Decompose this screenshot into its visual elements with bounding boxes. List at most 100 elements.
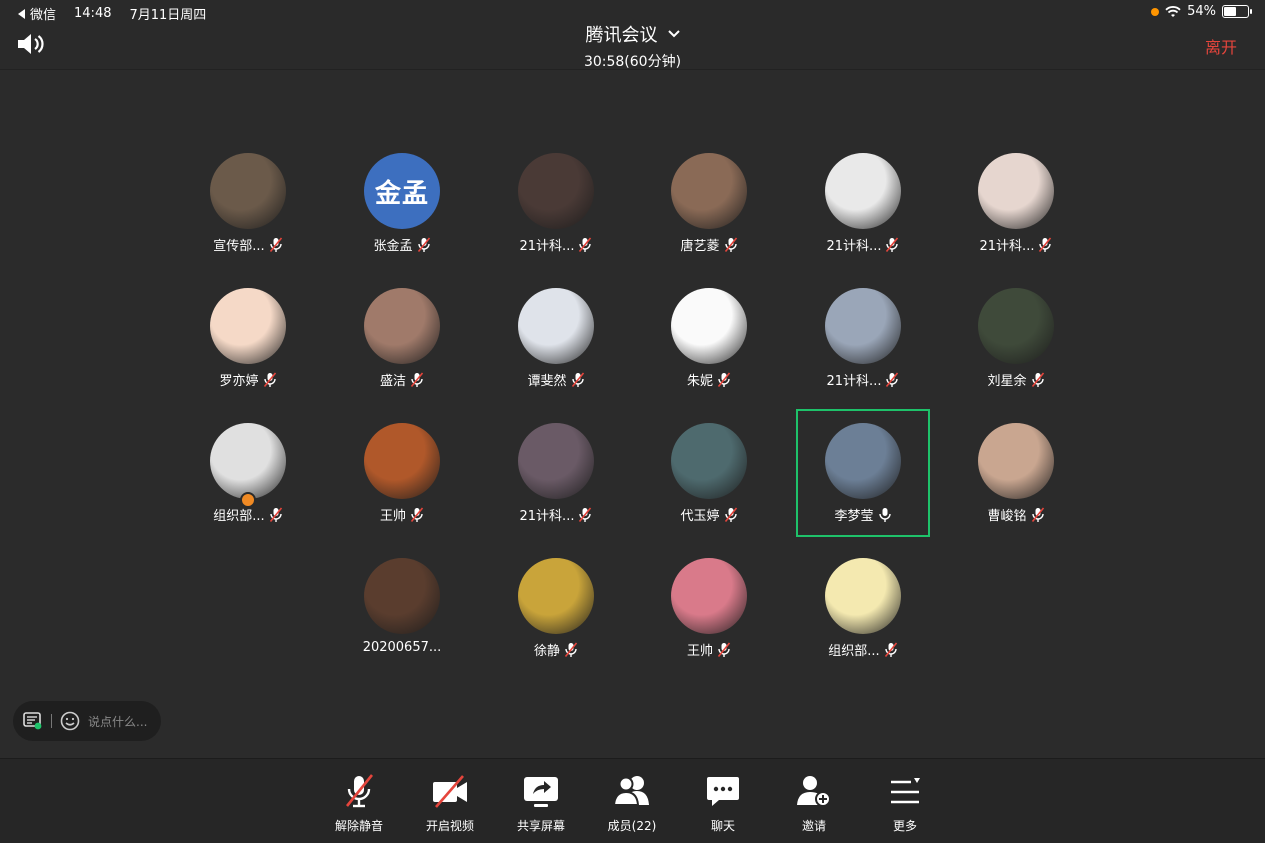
- participant-tile[interactable]: 曹峻铭: [951, 411, 1081, 535]
- participant-tile[interactable]: 谭斐然: [491, 276, 621, 400]
- avatar-text: 金孟: [374, 178, 429, 209]
- participant-label: 张金孟: [337, 235, 467, 254]
- avatar: [825, 288, 901, 364]
- more-button[interactable]: 更多: [865, 773, 945, 834]
- avatar: [671, 558, 747, 634]
- participant-tile[interactable]: 21计科...: [491, 141, 621, 265]
- back-triangle-icon: [18, 8, 25, 19]
- members-button[interactable]: 成员(22): [592, 773, 672, 834]
- participant-tile[interactable]: 朱妮: [644, 276, 774, 400]
- avatar: [518, 423, 594, 499]
- participant-name: 组织部...: [213, 509, 265, 524]
- participant-name: 20200657...: [362, 640, 442, 655]
- participant-tile[interactable]: 宣传部...: [183, 141, 313, 265]
- avatar: [671, 288, 747, 364]
- leave-button[interactable]: 离开: [1205, 34, 1237, 58]
- participant-tile[interactable]: 刘星余: [951, 276, 1081, 400]
- mic-muted-icon: [884, 641, 898, 658]
- mic-muted-icon: [263, 371, 277, 388]
- participant-name: 盛洁: [379, 374, 406, 389]
- members-icon: [612, 776, 649, 806]
- avatar: [825, 558, 901, 634]
- video-off-icon: [433, 775, 467, 808]
- caption-icon[interactable]: [23, 712, 43, 730]
- participant-tile[interactable]: 罗亦婷: [183, 276, 313, 400]
- participant-name: 朱妮: [686, 374, 713, 389]
- battery-icon: [1222, 5, 1252, 18]
- avatar: [210, 423, 286, 499]
- participant-grid: 宣传部... 金孟 张金孟 21计科... 唐艺菱 21计科... 21计科... 罗亦婷 盛洁…: [0, 70, 1265, 758]
- share-screen-label: 共享屏幕: [516, 819, 565, 833]
- mic-muted-icon: [885, 236, 899, 253]
- invite-button[interactable]: 邀请: [774, 773, 854, 834]
- start-video-button[interactable]: 开启视频: [410, 773, 490, 834]
- recording-dot-icon: [1151, 7, 1160, 16]
- start-video-label: 开启视频: [425, 819, 474, 833]
- participant-tile[interactable]: 21计科...: [951, 141, 1081, 265]
- participant-tile[interactable]: 21计科...: [798, 141, 928, 265]
- participant-tile[interactable]: 王帅: [644, 546, 774, 670]
- participant-label: 组织部...: [183, 505, 313, 524]
- share-screen-icon: [524, 777, 558, 807]
- avatar: [518, 153, 594, 229]
- participant-tile[interactable]: 王帅: [337, 411, 467, 535]
- participant-tile[interactable]: 唐艺菱: [644, 141, 774, 265]
- mic-muted-icon: [1031, 371, 1045, 388]
- more-label: 更多: [892, 819, 917, 833]
- participant-tile[interactable]: 21计科...: [491, 411, 621, 535]
- avatar: [671, 153, 747, 229]
- avatar: [825, 153, 901, 229]
- participant-tile[interactable]: 李梦莹: [796, 409, 930, 537]
- unmute-label: 解除静音: [334, 819, 383, 833]
- mic-muted-icon: [885, 371, 899, 388]
- participant-label: 李梦莹: [798, 505, 928, 524]
- avatar: [210, 153, 286, 229]
- unmute-button[interactable]: 解除静音: [319, 773, 399, 834]
- mic-muted-icon: [417, 236, 431, 253]
- participant-label: 20200657...: [337, 640, 467, 655]
- chat-label: 聊天: [710, 819, 735, 833]
- participant-name: 张金孟: [373, 239, 413, 254]
- emoji-icon[interactable]: [60, 711, 80, 731]
- participant-tile[interactable]: 组织部...: [798, 546, 928, 670]
- participant-tile[interactable]: 盛洁: [337, 276, 467, 400]
- participant-name: 21计科...: [826, 374, 882, 389]
- participant-name: 徐静: [533, 644, 560, 659]
- participant-tile[interactable]: 徐静: [491, 546, 621, 670]
- avatar: [978, 423, 1054, 499]
- participant-name: 曹峻铭: [987, 509, 1027, 524]
- avatar: 金孟: [364, 153, 440, 229]
- participant-tile[interactable]: 20200657...: [337, 546, 467, 670]
- chat-input-bar[interactable]: 说点什么...: [13, 701, 161, 741]
- meeting-header: 微信 14:48 7月11日周四 54% 腾讯会议 30:58(60分钟) 离开: [0, 0, 1265, 70]
- participant-tile[interactable]: 代玉婷: [644, 411, 774, 535]
- mic-muted-icon: [724, 506, 738, 523]
- invite-label: 邀请: [801, 819, 826, 833]
- participant-name: 刘星余: [987, 374, 1027, 389]
- participant-label: 21计科...: [951, 235, 1081, 254]
- participant-name: 21计科...: [519, 239, 575, 254]
- mic-muted-icon: [1038, 236, 1052, 253]
- participant-tile[interactable]: 组织部...: [183, 411, 313, 535]
- mic-off-icon: [345, 774, 374, 808]
- status-time: 14:48: [74, 6, 112, 21]
- avatar: [825, 423, 901, 499]
- avatar: [671, 423, 747, 499]
- chat-button[interactable]: 聊天: [683, 773, 763, 834]
- meeting-timer: 30:58(60分钟): [583, 54, 682, 70]
- mic-muted-icon: [564, 641, 578, 658]
- participant-label: 21计科...: [798, 235, 928, 254]
- share-screen-button[interactable]: 共享屏幕: [501, 773, 581, 834]
- participant-label: 21计科...: [798, 370, 928, 389]
- mic-muted-icon: [578, 506, 592, 523]
- mic-muted-icon: [724, 236, 738, 253]
- mic-muted-icon: [717, 641, 731, 658]
- meeting-title: 腾讯会议: [585, 25, 658, 46]
- participant-tile[interactable]: 金孟 张金孟: [337, 141, 467, 265]
- participant-label: 朱妮: [644, 370, 774, 389]
- participant-name: 王帅: [379, 509, 406, 524]
- avatar: [518, 558, 594, 634]
- participant-tile[interactable]: 21计科...: [798, 276, 928, 400]
- participant-label: 曹峻铭: [951, 505, 1081, 524]
- meeting-title-button[interactable]: 腾讯会议: [586, 21, 680, 47]
